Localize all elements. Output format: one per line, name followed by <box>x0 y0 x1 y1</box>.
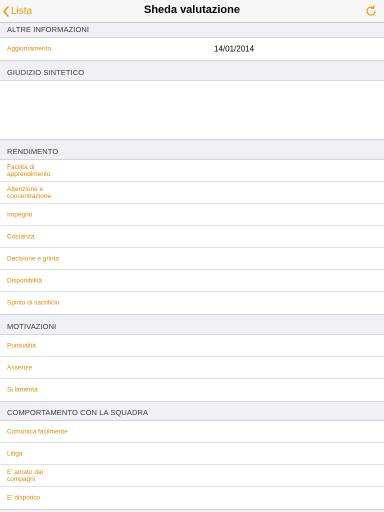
row-amato-compagni[interactable]: E' amato dai compagni <box>0 465 384 487</box>
row-label: E' dispotico <box>7 494 41 502</box>
row-label: Facilità di apprendimento <box>7 163 51 178</box>
section-title: MOTIVAZIONI <box>7 322 57 331</box>
giudizio-text-area[interactable] <box>0 80 384 140</box>
section-title: ALTRE INFORMAZIONI <box>7 25 90 34</box>
row-aggiornamento[interactable]: Aggiornamento 14/01/2014 <box>0 38 384 60</box>
section-header-rendimento: RENDIMENTO <box>0 140 384 159</box>
row-attenzione-concentrazione[interactable]: Attenzione e concentrazione <box>0 182 384 204</box>
row-label: E' amato dai compagni <box>7 468 43 483</box>
row-decisione-grinta[interactable]: Decisione e grinta <box>0 248 384 270</box>
motivazioni-group: Puntualità Assenze Si lamenta <box>0 334 384 402</box>
row-label: Assenze <box>7 364 32 371</box>
row-label: Si lamenta <box>7 386 38 394</box>
section-header-altre-informazioni: ALTRE INFORMAZIONI <box>0 23 384 37</box>
row-spirito-sacrificio[interactable]: Spirito di sacrificio <box>0 292 384 314</box>
row-label: Attenzione e concentrazione <box>7 185 52 200</box>
row-label: Puntualità <box>7 342 36 349</box>
section-title: COMPORTAMENTO CON LA SQUADRA <box>7 408 149 417</box>
row-label: Litiga <box>7 450 23 457</box>
section-header-motivazioni: MOTIVAZIONI <box>0 313 384 334</box>
comportamento-group: Comunica facilmente Litiga E' amato dai … <box>0 420 384 510</box>
row-label: Decisione e grinta <box>7 255 60 262</box>
row-litiga[interactable]: Litiga <box>0 443 384 465</box>
row-label: Comunica facilmente <box>7 428 68 435</box>
row-facilita-apprendimento[interactable]: Facilità di apprendimento <box>0 160 384 182</box>
row-impegno[interactable]: Impegno <box>0 204 384 226</box>
row-si-lamenta[interactable]: Si lamenta <box>0 379 384 401</box>
row-label: Disponibilità <box>7 277 43 284</box>
navigation-bar: Lista Sheda valutazione <box>0 0 384 23</box>
rendimento-group: Facilità di apprendimento Attenzione e c… <box>0 159 384 315</box>
section-header-giudizio-sintetico: GIUDIZIO SINTETICO <box>0 60 384 80</box>
row-dispotico[interactable]: E' dispotico <box>0 487 384 509</box>
row-label: Costanza <box>7 233 35 240</box>
row-label: Spirito di sacrificio <box>7 299 60 307</box>
row-comunica-facilmente[interactable]: Comunica facilmente <box>0 421 384 443</box>
row-assenze[interactable]: Assenze <box>0 357 384 379</box>
row-disponibilita[interactable]: Disponibilità <box>0 270 384 292</box>
row-label: Aggiornamento <box>7 45 52 53</box>
section-title: RENDIMENTO <box>7 147 59 156</box>
page-title: Sheda valutazione <box>144 4 240 16</box>
row-puntualita[interactable]: Puntualità <box>0 335 384 357</box>
section-header-comportamento: COMPORTAMENTO CON LA SQUADRA <box>0 400 384 420</box>
refresh-icon[interactable] <box>365 5 377 17</box>
date-value: 14/01/2014 <box>214 44 255 54</box>
row-costanza[interactable]: Costanza <box>0 226 384 248</box>
section-title: GIUDIZIO SINTETICO <box>7 68 85 77</box>
altre-informazioni-group: Aggiornamento 14/01/2014 <box>0 37 384 61</box>
row-label: Impegno <box>7 211 33 218</box>
